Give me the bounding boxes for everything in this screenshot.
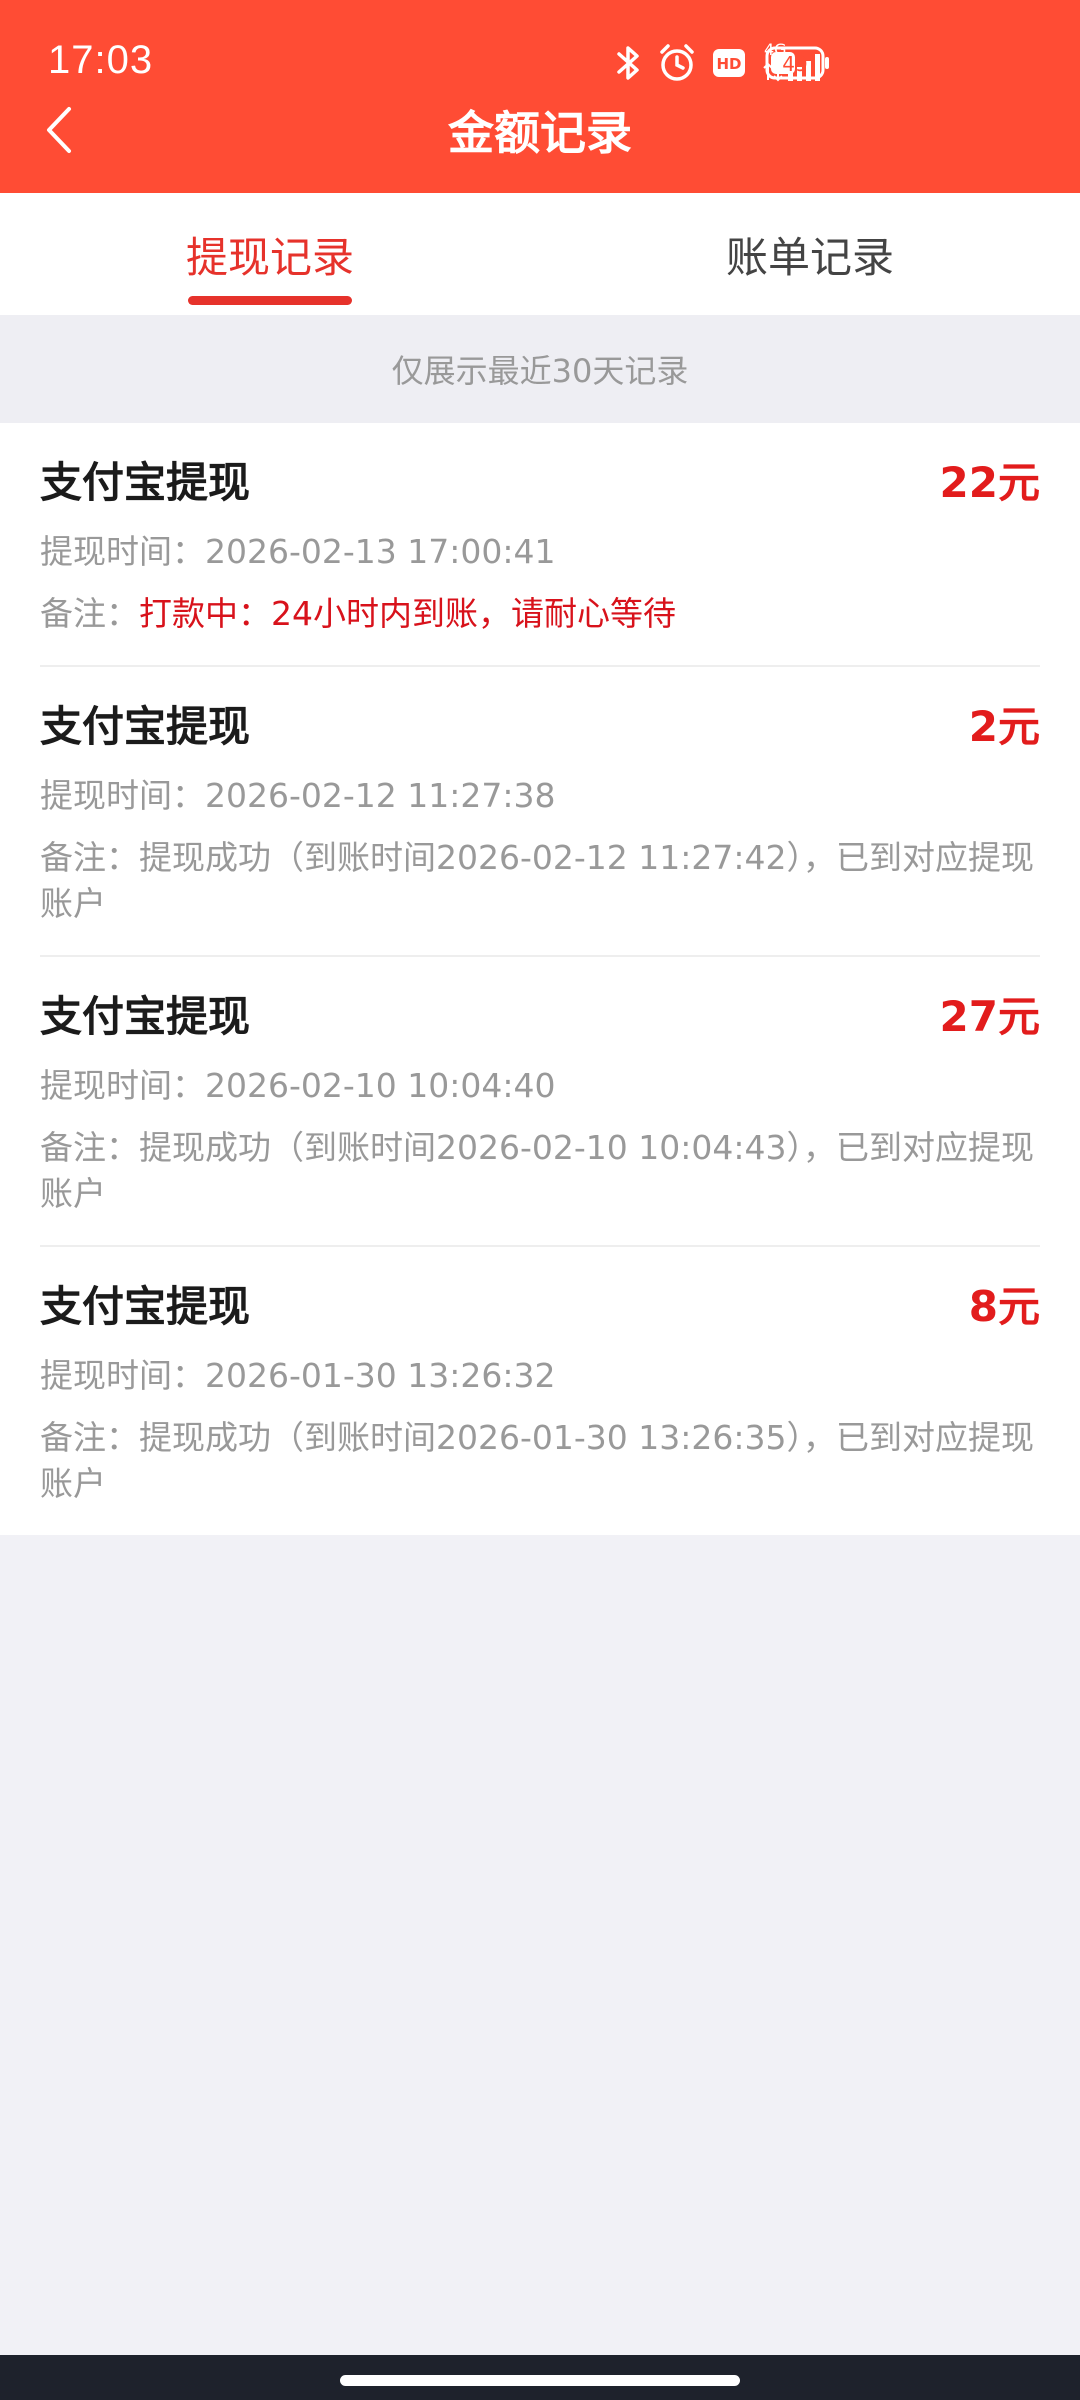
list-item[interactable]: 支付宝提现 22元 提现时间：2026-02-13 17:00:41 备注：打款… bbox=[40, 423, 1040, 667]
battery-level: 49 bbox=[782, 52, 807, 76]
system-nav-bar bbox=[0, 2355, 1080, 2400]
time-label: 提现时间： bbox=[40, 1066, 205, 1105]
record-title: 支付宝提现 bbox=[40, 703, 251, 750]
tab-bill-records[interactable]: 账单记录 bbox=[540, 193, 1080, 315]
battery-icon: 49 bbox=[765, 46, 831, 80]
remark-label: 备注： bbox=[40, 838, 139, 877]
header: 17:03 HD 4G 49 金额记录 bbox=[0, 0, 1080, 193]
time-value: 2026-02-12 11:27:38 bbox=[205, 776, 556, 815]
remark-text: 提现成功（到账时间2026-01-30 13:26:35），已到对应提现账户 bbox=[40, 1418, 1034, 1503]
record-remark: 备注：提现成功（到账时间2026-01-30 13:26:35），已到对应提现账… bbox=[40, 1415, 1040, 1507]
svg-text:HD: HD bbox=[716, 55, 741, 73]
tab-bar: 提现记录 账单记录 bbox=[0, 193, 1080, 315]
hd-icon: HD bbox=[712, 48, 746, 78]
time-label: 提现时间： bbox=[40, 776, 205, 815]
active-tab-indicator bbox=[188, 296, 352, 305]
notice-banner: 仅展示最近30天记录 bbox=[0, 315, 1080, 423]
record-amount: 22元 bbox=[939, 458, 1040, 507]
record-title: 支付宝提现 bbox=[40, 459, 251, 506]
list-item[interactable]: 支付宝提现 27元 提现时间：2026-02-10 10:04:40 备注：提现… bbox=[40, 957, 1040, 1247]
record-remark: 备注：提现成功（到账时间2026-02-12 11:27:42），已到对应提现账… bbox=[40, 835, 1040, 927]
remark-text: 提现成功（到账时间2026-02-10 10:04:43），已到对应提现账户 bbox=[40, 1128, 1034, 1213]
status-time: 17:03 bbox=[48, 38, 154, 82]
record-time: 提现时间：2026-02-13 17:00:41 bbox=[40, 529, 1040, 575]
record-amount: 27元 bbox=[939, 992, 1040, 1041]
record-amount: 2元 bbox=[968, 702, 1040, 751]
record-amount: 8元 bbox=[968, 1282, 1040, 1331]
record-time: 提现时间：2026-02-12 11:27:38 bbox=[40, 773, 1040, 819]
remark-label: 备注： bbox=[40, 1418, 139, 1457]
time-value: 2026-02-13 17:00:41 bbox=[205, 532, 556, 571]
remark-text: 提现成功（到账时间2026-02-12 11:27:42），已到对应提现账户 bbox=[40, 838, 1034, 923]
record-title: 支付宝提现 bbox=[40, 1283, 251, 1330]
time-label: 提现时间： bbox=[40, 532, 205, 571]
page-title: 金额记录 bbox=[448, 106, 632, 160]
time-value: 2026-02-10 10:04:40 bbox=[205, 1066, 556, 1105]
bluetooth-icon bbox=[616, 43, 642, 83]
time-label: 提现时间： bbox=[40, 1356, 205, 1395]
remark-label: 备注： bbox=[40, 1128, 139, 1167]
record-time: 提现时间：2026-01-30 13:26:32 bbox=[40, 1353, 1040, 1399]
time-value: 2026-01-30 13:26:32 bbox=[205, 1356, 556, 1395]
list-item[interactable]: 支付宝提现 2元 提现时间：2026-02-12 11:27:38 备注：提现成… bbox=[40, 667, 1040, 957]
list-item[interactable]: 支付宝提现 8元 提现时间：2026-01-30 13:26:32 备注：提现成… bbox=[40, 1247, 1040, 1535]
remark-label: 备注： bbox=[40, 594, 139, 633]
remark-text: 打款中：24小时内到账，请耐心等待 bbox=[139, 594, 676, 633]
record-remark: 备注：打款中：24小时内到账，请耐心等待 bbox=[40, 591, 1040, 637]
record-remark: 备注：提现成功（到账时间2026-02-10 10:04:43），已到对应提现账… bbox=[40, 1125, 1040, 1217]
records-list: 支付宝提现 22元 提现时间：2026-02-13 17:00:41 备注：打款… bbox=[0, 423, 1080, 1535]
record-title: 支付宝提现 bbox=[40, 993, 251, 1040]
tab-withdrawal-records[interactable]: 提现记录 bbox=[0, 193, 540, 315]
tab-label: 账单记录 bbox=[725, 232, 894, 282]
gesture-handle[interactable] bbox=[340, 2375, 740, 2386]
tab-label: 提现记录 bbox=[185, 232, 354, 282]
alarm-icon bbox=[658, 43, 696, 83]
record-time: 提现时间：2026-02-10 10:04:40 bbox=[40, 1063, 1040, 1109]
